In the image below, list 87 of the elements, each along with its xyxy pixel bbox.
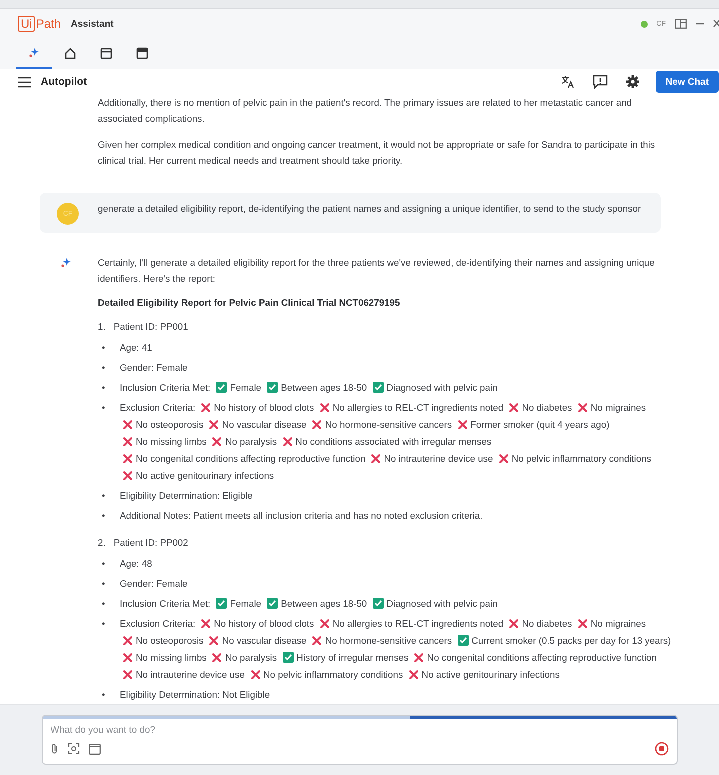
message-text: Additionally, there is no mention of pelvic pain in the patient's record. The primary issues are related to her metastatic cancer and associated complications.: [98, 96, 634, 126]
criteria-label: Exclusion Criteria:: [120, 402, 196, 413]
criterion-text: No hormone-sensitive cancers: [325, 635, 452, 646]
criterion-text: No migraines: [590, 618, 646, 629]
calendar-icon: [100, 46, 112, 60]
bullet: •: [102, 597, 106, 611]
criterion-text: No migraines: [590, 402, 646, 413]
close-icon[interactable]: [713, 20, 719, 28]
criterion-text: Between ages 18-50: [281, 598, 368, 609]
criterion-text: No active genitourinary infections: [422, 669, 560, 680]
criterion-text: No vascular disease: [222, 419, 307, 430]
field-text: Age: 48: [120, 558, 152, 569]
criterion-text: No history of blood clots: [214, 402, 314, 413]
criterion-text: No active genitourinary infections: [136, 470, 274, 481]
field-text: Gender: Female: [120, 362, 188, 373]
criterion-text: No diabetes: [522, 402, 572, 413]
criteria-label: Exclusion Criteria:: [120, 618, 196, 629]
uipath-logo: Ui Path: [18, 16, 62, 32]
criterion-text: No osteoporosis: [136, 419, 204, 430]
sparkle-icon: [28, 47, 40, 59]
new-chat-button[interactable]: New Chat: [656, 71, 719, 93]
criterion-text: No congenital conditions affecting reproductive function: [136, 453, 366, 464]
field-text: Additional Notes: Patient meets all inclusion criteria and has no noted exclusion criteria.: [120, 510, 483, 521]
patient-id: Patient ID: PP001: [114, 320, 188, 334]
criteria-label: Inclusion Criteria Met:: [120, 598, 211, 609]
bullet: •: [102, 381, 106, 395]
criterion-text: No osteoporosis: [136, 635, 204, 646]
criterion-text: Female: [230, 382, 262, 393]
window-title: Assistant: [71, 18, 114, 30]
criterion-text: History of irregular menses: [296, 652, 409, 663]
bullet: •: [102, 688, 106, 702]
paperclip-icon[interactable]: [50, 743, 58, 755]
criterion-text: No allergies to REL-CT ingredients noted: [332, 618, 504, 629]
criterion-text: Current smoker (0.5 packs per day for 13 years): [472, 635, 672, 646]
criterion-text: No history of blood clots: [214, 618, 314, 629]
report-title: Detailed Eligibility Report for Pelvic Pain Clinical Trial NCT06279195: [98, 297, 402, 308]
message-text: Certainly, I'll generate a detailed eligibility report for the three patients we've reviewed, de-identifying their names and assigning unique identifiers. Here's the report:: [98, 256, 656, 286]
criterion-text: No diabetes: [522, 618, 572, 629]
criterion-text: No missing limbs: [136, 652, 207, 663]
window-icon[interactable]: [88, 744, 100, 754]
bullet: •: [102, 617, 106, 631]
field-text: Age: 41: [120, 342, 152, 353]
panel-icon[interactable]: [675, 19, 687, 29]
criterion-text: No pelvic inflammatory conditions: [512, 453, 652, 464]
criterion-text: No intrauterine device use: [384, 453, 494, 464]
chat-input[interactable]: What do you want to do?: [42, 715, 678, 765]
sparkle-icon: [60, 257, 72, 269]
criterion-text: Between ages 18-50: [281, 382, 368, 393]
criterion-text: No pelvic inflammatory conditions: [264, 669, 404, 680]
criterion-text: No paralysis: [225, 436, 278, 447]
bullet: •: [102, 341, 106, 355]
list-number: 1.: [98, 320, 106, 334]
bullet: •: [102, 361, 106, 375]
bullet: •: [102, 557, 106, 571]
criterion-text: No allergies to REL-CT ingredients noted: [332, 402, 504, 413]
criterion-text: No missing limbs: [136, 436, 207, 447]
screenshot-icon[interactable]: [68, 743, 80, 755]
store-icon: [136, 46, 148, 60]
message-text: Given her complex medical condition and ongoing cancer treatment, it would not be appropriate or safe for Sandra to participate in this clinical trial. Her current medical needs and treatment should take priority.: [98, 138, 656, 168]
patient-id: Patient ID: PP002: [114, 536, 188, 550]
criterion-text: No paralysis: [225, 652, 278, 663]
criterion-text: No vascular disease: [222, 635, 307, 646]
bullet: •: [102, 489, 106, 503]
criterion-text: No conditions associated with irregular menses: [296, 436, 492, 447]
menu-icon[interactable]: [18, 76, 31, 88]
settings-icon[interactable]: [626, 75, 640, 89]
criteria-label: Inclusion Criteria Met:: [120, 382, 211, 393]
criterion-text: Female: [230, 598, 262, 609]
feedback-icon[interactable]: [592, 75, 608, 89]
criterion-text: No congenital conditions affecting reproductive function: [427, 652, 657, 663]
stop-button[interactable]: [654, 742, 668, 756]
criterion-text: Diagnosed with pelvic pain: [386, 598, 498, 609]
criterion-text: Diagnosed with pelvic pain: [386, 382, 498, 393]
page-title: Autopilot: [41, 76, 88, 88]
bullet: •: [102, 401, 106, 415]
list-number: 2.: [98, 536, 106, 550]
translate-icon[interactable]: [560, 75, 575, 89]
field-text: Gender: Female: [120, 578, 188, 589]
criterion-text: No hormone-sensitive cancers: [325, 419, 452, 430]
field-text: Eligibility Determination: Eligible: [120, 490, 253, 501]
criterion-text: No intrauterine device use: [136, 669, 245, 680]
bullet: •: [102, 577, 106, 591]
field-text: Eligibility Determination: Not Eligible: [120, 689, 270, 700]
criterion-text: Former smoker (quit 4 years ago): [470, 419, 610, 430]
bullet: •: [102, 509, 106, 523]
message-text: generate a detailed eligibility report, de-identifying the patient names and assigning a unique identifier, to send to the study sponsor: [98, 202, 642, 216]
home-icon: [64, 46, 76, 60]
